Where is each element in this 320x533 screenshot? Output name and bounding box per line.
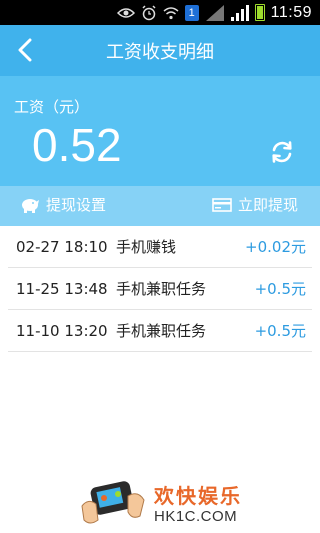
watermark-url: HK1C.COM xyxy=(154,508,238,525)
transaction-time: 02-27 18:10 xyxy=(16,237,108,256)
withdraw-now-label: 立即提现 xyxy=(238,196,299,214)
card-icon xyxy=(212,197,232,212)
watermark: 欢快娱乐 HK1C.COM xyxy=(78,476,248,528)
list-item[interactable]: 11-10 13:20 手机兼职任务 +0.5元 xyxy=(8,310,312,352)
back-button[interactable] xyxy=(8,33,42,67)
sim-badge: 1 xyxy=(184,4,199,21)
action-bar: 提现设置 立即提现 xyxy=(0,186,320,226)
signal-icon xyxy=(230,4,249,21)
app-header: 工资收支明细 xyxy=(0,25,320,76)
transaction-desc: 手机兼职任务 xyxy=(116,322,207,340)
transaction-amount: +0.02元 xyxy=(245,238,306,256)
balance-value: 0.52 xyxy=(32,119,122,171)
refresh-icon xyxy=(272,141,292,163)
withdraw-now-button[interactable]: 立即提现 xyxy=(212,194,298,215)
transaction-desc: 手机赚钱 xyxy=(116,238,177,256)
balance-label: 工资（元） xyxy=(14,98,90,116)
transaction-desc: 手机兼职任务 xyxy=(116,280,207,298)
transaction-time: 11-25 13:48 xyxy=(16,279,108,298)
eye-icon xyxy=(116,7,135,19)
withdraw-settings-button[interactable]: 提现设置 xyxy=(20,194,106,215)
status-bar: 1 11:59 xyxy=(0,0,320,25)
transaction-amount: +0.5元 xyxy=(254,280,306,298)
game-controller-logo-icon xyxy=(81,481,145,524)
list-item[interactable]: 11-25 13:48 手机兼职任务 +0.5元 xyxy=(8,268,312,310)
wifi-icon xyxy=(163,6,179,20)
withdraw-settings-label: 提现设置 xyxy=(46,196,107,214)
alarm-icon xyxy=(141,4,157,21)
transaction-list: 02-27 18:10 手机赚钱 +0.02元 11-25 13:48 手机兼职… xyxy=(0,226,320,352)
list-item[interactable]: 02-27 18:10 手机赚钱 +0.02元 xyxy=(8,226,312,268)
chevron-left-icon xyxy=(18,38,32,62)
watermark-title: 欢快娱乐 xyxy=(154,484,242,508)
battery-icon xyxy=(254,4,265,21)
transaction-amount: +0.5元 xyxy=(254,322,306,340)
balance-panel: 工资（元） 0.52 xyxy=(0,76,320,186)
status-icons: 1 xyxy=(116,4,265,22)
transaction-time: 11-10 13:20 xyxy=(16,321,108,340)
piggy-bank-icon xyxy=(22,198,39,213)
page-title: 工资收支明细 xyxy=(106,41,214,63)
status-time: 11:59 xyxy=(270,3,312,21)
no-signal-icon xyxy=(205,4,225,22)
refresh-button[interactable] xyxy=(268,138,296,166)
